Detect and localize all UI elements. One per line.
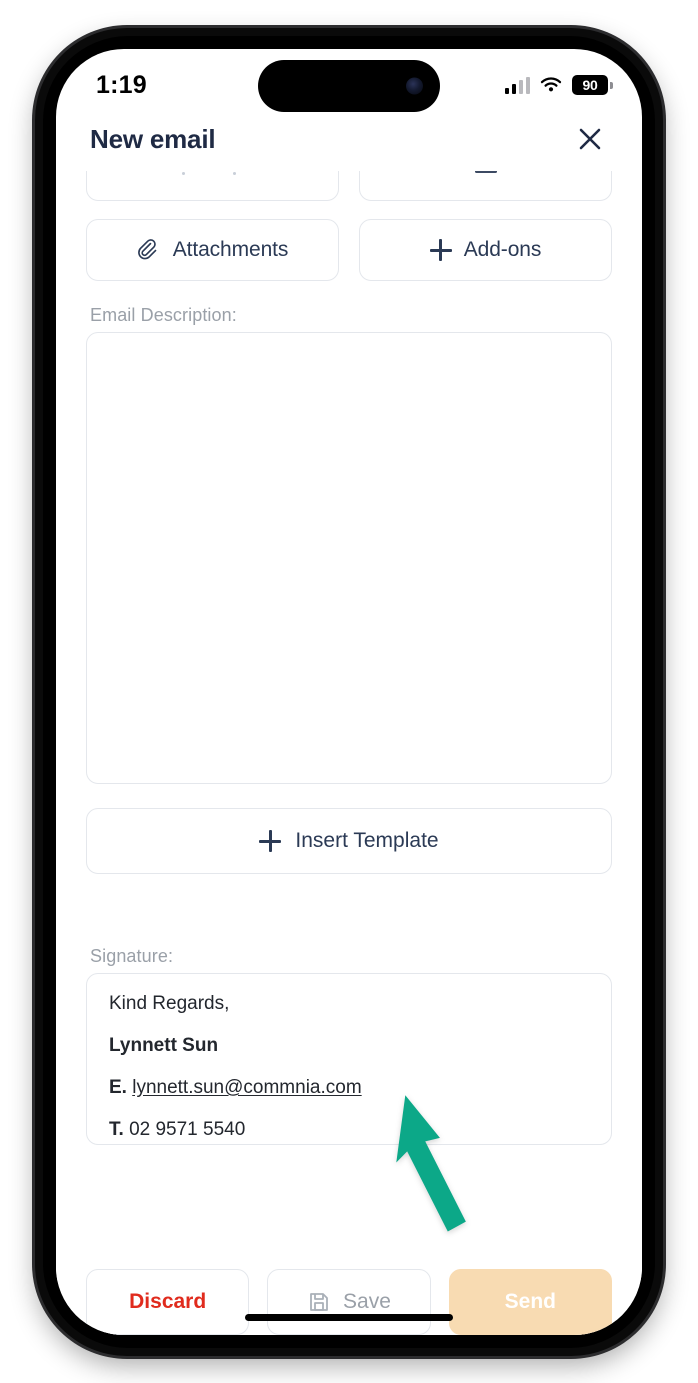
signature-phone-value: 02 9571 5540 — [129, 1118, 246, 1140]
floppy-disk-icon — [307, 1290, 331, 1314]
dash-icon — [474, 171, 497, 173]
action-bar: Discard Save Send — [56, 1255, 642, 1335]
front-camera-icon — [406, 77, 423, 95]
attachments-label: Attachments — [172, 238, 289, 261]
attachment-actions-row: Attachments Add-ons — [86, 219, 612, 281]
status-indicators: 90 — [504, 75, 613, 95]
wifi-icon — [539, 76, 563, 94]
phone-screen: 1:19 90 New email Attachments Add-ons Em… — [56, 49, 642, 1335]
addons-label: Add-ons — [463, 238, 542, 261]
insert-template-label: Insert Template — [295, 829, 439, 852]
signature-email-prefix: E. — [109, 1076, 127, 1098]
page-title: New email — [90, 123, 216, 154]
battery-icon: 90 — [572, 75, 613, 95]
signature-line: Kind Regards, — [109, 993, 230, 1014]
cellular-signal-icon — [504, 76, 530, 94]
signature-section: Signature: Kind Regards, Lynnett Sun E. … — [86, 946, 612, 1145]
addons-button[interactable]: Add-ons — [359, 219, 612, 281]
send-label: Send — [504, 1290, 556, 1313]
phone-frame: 1:19 90 New email Attachments Add-ons Em… — [35, 28, 663, 1356]
plus-icon — [429, 239, 452, 261]
signature-label: Signature: — [90, 946, 174, 966]
secondary-field-partial[interactable] — [359, 171, 612, 201]
compose-form: Attachments Add-ons Email Description: I… — [56, 171, 642, 1232]
save-button[interactable]: Save — [267, 1269, 431, 1335]
signature-phone-prefix: T. — [109, 1118, 124, 1140]
dynamic-island — [258, 60, 440, 112]
close-icon — [579, 128, 601, 150]
send-button[interactable]: Send — [448, 1269, 612, 1335]
signature-name: Lynnett Sun — [109, 1034, 219, 1056]
home-indicator[interactable] — [245, 1314, 453, 1321]
scrolled-off-fields-row — [86, 171, 612, 201]
app-header: New email — [56, 111, 642, 171]
paperclip-icon — [137, 238, 161, 262]
plus-icon — [259, 830, 282, 852]
attachments-button[interactable]: Attachments — [86, 219, 339, 281]
battery-level-text: 90 — [582, 77, 598, 93]
discard-button[interactable]: Discard — [86, 1269, 250, 1335]
signature-email-value: lynnett.sun@commnia.com — [132, 1076, 362, 1098]
recipient-field-partial[interactable] — [86, 171, 339, 201]
signature-phone-line: T. 02 9571 5540 — [109, 1116, 589, 1144]
status-time: 1:19 — [96, 70, 147, 99]
email-description-input[interactable] — [86, 332, 612, 784]
insert-template-button[interactable]: Insert Template — [86, 808, 612, 874]
signature-input[interactable]: Kind Regards, Lynnett Sun E. lynnett.sun… — [86, 973, 612, 1145]
discard-label: Discard — [129, 1290, 207, 1313]
save-label: Save — [343, 1290, 391, 1313]
email-description-label: Email Description: — [90, 305, 237, 325]
close-button[interactable] — [572, 121, 608, 157]
signature-email-line: E. lynnett.sun@commnia.com — [109, 1074, 589, 1103]
